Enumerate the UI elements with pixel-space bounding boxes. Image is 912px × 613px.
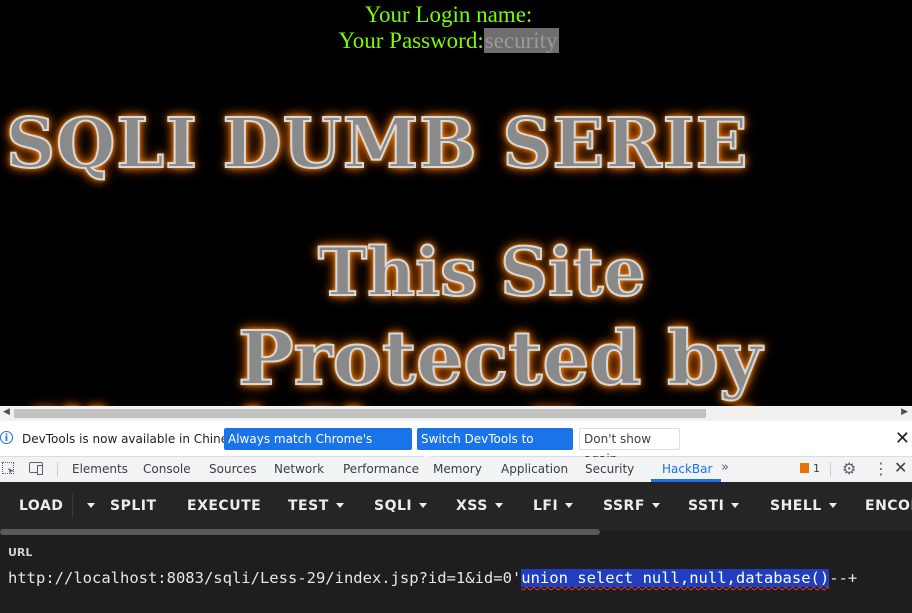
divider: [830, 462, 831, 477]
scrollbar-thumb[interactable]: [14, 409, 706, 418]
test-label: TEST: [288, 498, 329, 514]
load-button[interactable]: LOAD: [19, 498, 63, 514]
divider: [57, 462, 58, 477]
ssrf-label: SSRF: [603, 498, 645, 514]
dont-show-again-button[interactable]: Don't show again: [579, 428, 680, 466]
toolbar-scrollbar-thumb[interactable]: [0, 529, 600, 535]
url-label: URL: [8, 546, 33, 559]
tab-performance[interactable]: Performance: [343, 462, 419, 476]
devtools-tab-strip: Elements Console Sources Network Perform…: [0, 457, 912, 483]
tab-hackbar[interactable]: HackBar: [662, 462, 712, 476]
chevron-down-icon: [335, 503, 344, 508]
execute-button[interactable]: EXECUTE: [187, 498, 261, 514]
horizontal-scrollbar[interactable]: ◀ ▶: [0, 406, 912, 421]
settings-gear-icon[interactable]: ⚙: [842, 459, 856, 478]
xss-label: XSS: [456, 498, 488, 514]
split-button[interactable]: SPLIT: [110, 498, 157, 514]
login-name-label: Your Login name:: [364, 2, 533, 27]
protected-line-3: Illegal Chars Found: [29, 395, 759, 406]
tab-network[interactable]: Network: [274, 462, 324, 476]
always-match-language-button[interactable]: Always match Chrome's language: [224, 428, 412, 468]
inspect-element-icon[interactable]: [2, 462, 14, 474]
test-menu-button[interactable]: TEST: [288, 498, 344, 514]
sqli-menu-button[interactable]: SQLI: [374, 498, 428, 514]
chevron-down-icon: [494, 503, 503, 508]
lfi-label: LFI: [533, 498, 559, 514]
chevron-down-icon: [828, 503, 837, 508]
scroll-right-icon[interactable]: ▶: [901, 407, 908, 417]
divider: [72, 494, 73, 518]
url-suffix: --+: [829, 569, 858, 587]
device-toolbar-icon[interactable]: [29, 462, 43, 475]
xss-menu-button[interactable]: XSS: [456, 498, 503, 514]
url-prefix: http://localhost:8083/sqli/Less-29/index…: [8, 569, 522, 587]
tab-sources[interactable]: Sources: [209, 462, 256, 476]
chevron-down-icon: [731, 503, 740, 508]
ssti-menu-button[interactable]: SSTI: [688, 498, 740, 514]
load-dropdown-chevron-icon[interactable]: [80, 498, 95, 514]
close-icon[interactable]: ✕: [895, 428, 910, 449]
password-value: security: [483, 28, 559, 53]
protected-line-2: Protected by: [237, 315, 763, 403]
shell-menu-button[interactable]: SHELL: [770, 498, 837, 514]
more-options-kebab-icon[interactable]: ⋮: [873, 459, 889, 478]
ssrf-menu-button[interactable]: SSRF: [603, 498, 660, 514]
switch-to-chinese-button[interactable]: Switch DevTools to Chinese: [417, 428, 573, 468]
encoding-menu-button[interactable]: ENCODING: [865, 498, 912, 514]
tab-elements[interactable]: Elements: [72, 462, 128, 476]
tab-console[interactable]: Console: [143, 462, 191, 476]
tab-memory[interactable]: Memory: [433, 462, 482, 476]
protected-line-1: This Site: [317, 232, 647, 312]
chevron-down-icon: [651, 503, 660, 508]
url-selected-payload: union select null,null,database(): [521, 569, 830, 587]
info-icon: i: [0, 431, 13, 444]
hackbar-panel: LOAD SPLIT EXECUTE TEST SQLI XSS LFI SSR…: [0, 482, 912, 613]
issues-count: 1: [813, 462, 820, 475]
password-label: Your Password:: [338, 28, 484, 53]
chevron-down-icon: [565, 503, 574, 508]
password-line: Your Password:security: [0, 28, 897, 54]
page-viewport: Your Login name: Your Password:security …: [0, 0, 912, 406]
issues-badge[interactable]: 1: [800, 462, 820, 475]
chevron-down-icon: [419, 503, 428, 508]
login-name-line: Your Login name:: [0, 2, 897, 28]
issue-flag-icon: [800, 463, 809, 473]
tab-security[interactable]: Security: [585, 462, 634, 476]
ssti-label: SSTI: [688, 498, 725, 514]
more-tabs-chevron-icon[interactable]: »: [721, 460, 729, 475]
hackbar-toolbar: LOAD SPLIT EXECUTE TEST SQLI XSS LFI SSR…: [0, 482, 912, 530]
sqli-label: SQLI: [374, 498, 413, 514]
sqli-dumb-series-title: SQLI DUMB SERIE: [5, 103, 749, 185]
lfi-menu-button[interactable]: LFI: [533, 498, 574, 514]
close-devtools-icon[interactable]: ✕: [894, 458, 907, 477]
tab-application[interactable]: Application: [501, 462, 568, 476]
url-input[interactable]: http://localhost:8083/sqli/Less-29/index…: [8, 569, 857, 587]
scroll-left-icon[interactable]: ◀: [3, 407, 10, 417]
infobar-message: DevTools is now available in Chinese!: [22, 432, 247, 446]
shell-label: SHELL: [770, 498, 822, 514]
devtools-language-infobar: i DevTools is now available in Chinese! …: [0, 421, 912, 468]
